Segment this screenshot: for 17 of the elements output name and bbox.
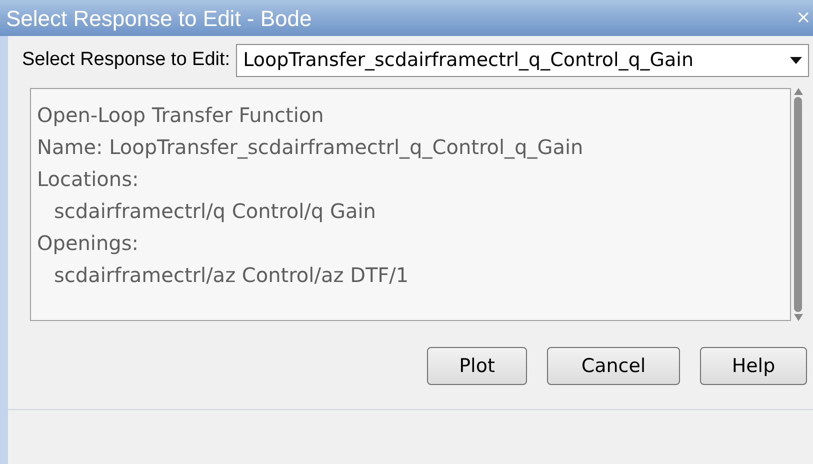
details-line: Name: LoopTransfer_scdairframectrl_q_Control_q_Gain xyxy=(37,134,584,161)
scrollbar-thumb[interactable] xyxy=(794,97,802,312)
dialog-button[interactable]: Help xyxy=(700,347,807,385)
selector-label: Select Response to Edit: xyxy=(22,48,230,72)
response-dropdown[interactable]: LoopTransfer_scdairframectrl_q_Control_q_Gain xyxy=(236,44,809,77)
dialog-button[interactable]: Plot xyxy=(427,347,527,385)
details-line: Openings: xyxy=(37,230,140,257)
scrollbar[interactable] xyxy=(791,88,805,321)
scroll-up-icon xyxy=(794,88,802,95)
details-line: Locations: xyxy=(37,166,140,193)
details-line: Open-Loop Transfer Function xyxy=(37,102,325,129)
dialog-button[interactable]: Cancel xyxy=(547,347,680,385)
dropdown-caret-icon xyxy=(790,57,802,64)
scroll-down-icon xyxy=(794,314,802,321)
window-title: Select Response to Edit - Bode xyxy=(6,4,312,33)
details-line: scdairframectrl/az Control/az DTF/1 xyxy=(53,262,410,289)
details-line: scdairframectrl/q Control/q Gain xyxy=(53,198,377,225)
